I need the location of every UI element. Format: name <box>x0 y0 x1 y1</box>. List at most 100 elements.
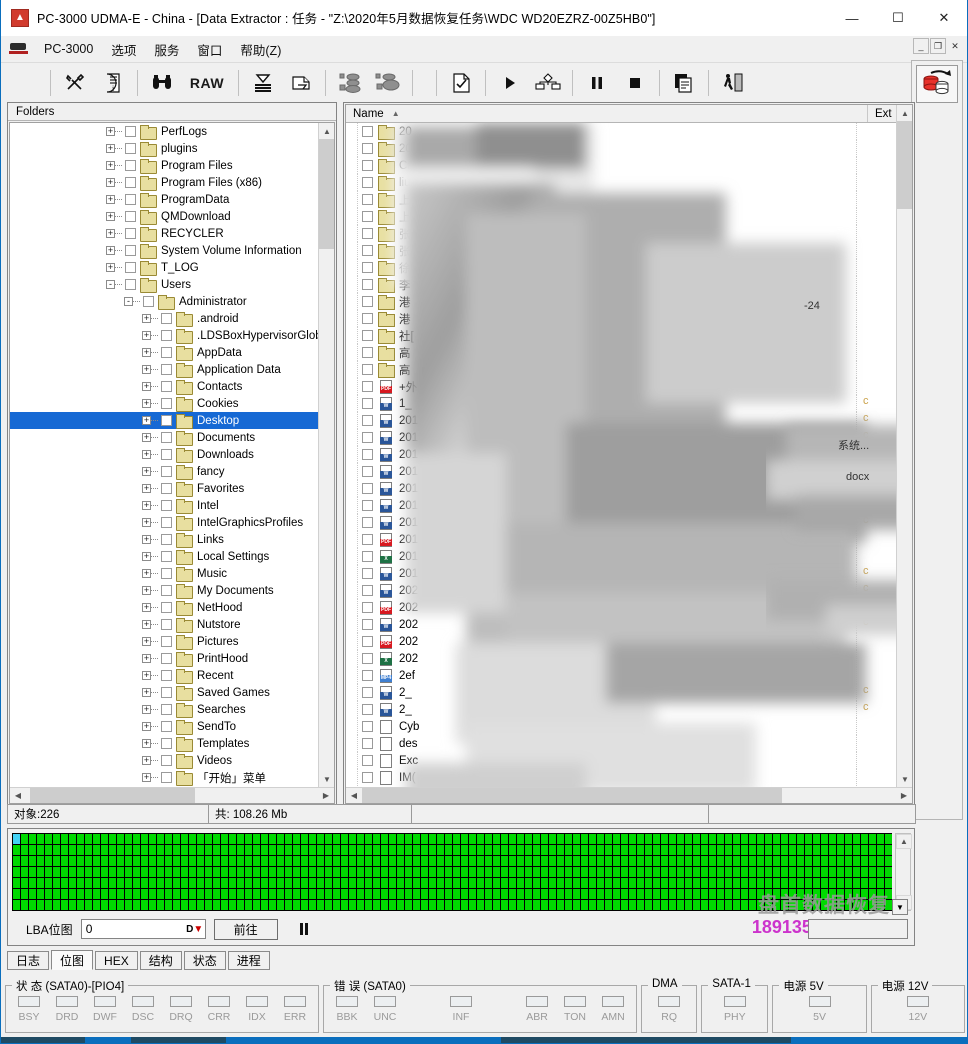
tree-checkbox[interactable] <box>161 653 172 664</box>
bitmap-cell[interactable] <box>20 866 28 877</box>
bitmap-cell[interactable] <box>140 899 148 910</box>
bitmap-cell[interactable] <box>284 899 292 910</box>
bitmap-cell[interactable] <box>540 888 548 899</box>
bitmap-cell[interactable] <box>596 877 604 888</box>
bitmap-cell[interactable] <box>780 866 788 877</box>
tree-item[interactable]: - Administrator <box>10 293 318 310</box>
bitmap-cell[interactable] <box>332 877 340 888</box>
bitmap-cell[interactable] <box>500 855 508 866</box>
menu-options[interactable]: 选项 <box>102 38 145 61</box>
bitmap-cell[interactable] <box>508 888 516 899</box>
bitmap-cell[interactable] <box>52 844 60 855</box>
bitmap-cell[interactable] <box>68 855 76 866</box>
bitmap-cell[interactable] <box>868 844 876 855</box>
bitmap-cell[interactable] <box>532 899 540 910</box>
bitmap-cell[interactable] <box>28 855 36 866</box>
menu-help[interactable]: 帮助(Z) <box>231 38 290 61</box>
bitmap-cell[interactable] <box>844 855 852 866</box>
bitmap-cell[interactable] <box>380 888 388 899</box>
bitmap-cell[interactable] <box>396 844 404 855</box>
bitmap-cell[interactable] <box>372 844 380 855</box>
disk-copy-icon[interactable] <box>282 66 320 100</box>
bitmap-cell[interactable] <box>252 866 260 877</box>
bitmap-cell[interactable] <box>356 899 364 910</box>
bitmap-cell[interactable] <box>580 866 588 877</box>
bitmap-cell[interactable] <box>164 866 172 877</box>
table-row[interactable]: 20 <box>346 140 896 157</box>
bitmap-cell[interactable] <box>412 888 420 899</box>
bitmap-cell[interactable] <box>628 844 636 855</box>
run-process-icon[interactable] <box>714 66 752 100</box>
bitmap-cell[interactable] <box>348 833 356 844</box>
bitmap-cell[interactable] <box>332 888 340 899</box>
table-row[interactable]: X 202 <box>346 650 896 667</box>
bitmap-cell[interactable] <box>532 855 540 866</box>
bitmap-cell[interactable] <box>572 866 580 877</box>
bitmap-cell[interactable] <box>572 833 580 844</box>
tree-expander-icon[interactable]: + <box>106 212 115 221</box>
tree-checkbox[interactable] <box>125 279 136 290</box>
bitmap-cell[interactable] <box>588 877 596 888</box>
bitmap-cell[interactable] <box>548 833 556 844</box>
bitmap-cell[interactable] <box>364 855 372 866</box>
tree-item[interactable]: + Recent <box>10 667 318 684</box>
tree-checkbox[interactable] <box>161 585 172 596</box>
table-row[interactable]: W 201 c <box>346 565 896 582</box>
bitmap-cell[interactable] <box>468 866 476 877</box>
bitmap-cell[interactable] <box>68 866 76 877</box>
bitmap-cell[interactable] <box>492 866 500 877</box>
tree-item[interactable]: + Local Settings <box>10 548 318 565</box>
table-row[interactable]: PDF 201 <box>346 531 896 548</box>
row-checkbox[interactable] <box>362 262 373 273</box>
tree-item[interactable]: + QMDownload <box>10 208 318 225</box>
table-row[interactable]: W 201 c <box>346 429 896 446</box>
bitmap-cell[interactable] <box>812 844 820 855</box>
bitmap-cell[interactable] <box>556 877 564 888</box>
bitmap-cell[interactable] <box>540 855 548 866</box>
bitmap-cell[interactable] <box>884 844 892 855</box>
tree-expander-icon[interactable]: + <box>106 127 115 136</box>
bitmap-cell[interactable] <box>412 855 420 866</box>
bitmap-cell[interactable] <box>68 888 76 899</box>
bitmap-cell[interactable] <box>52 833 60 844</box>
bitmap-cell[interactable] <box>492 833 500 844</box>
tab-log[interactable]: 日志 <box>7 951 50 970</box>
bitmap-cell[interactable] <box>676 866 684 877</box>
tree-expander-icon[interactable]: - <box>124 297 133 306</box>
bitmap-cell[interactable] <box>332 899 340 910</box>
bitmap-cell[interactable] <box>300 844 308 855</box>
bitmap-cell[interactable] <box>468 844 476 855</box>
bitmap-cell[interactable] <box>44 877 52 888</box>
bitmap-cell[interactable] <box>36 833 44 844</box>
bitmap-cell[interactable] <box>396 855 404 866</box>
tree-item[interactable]: + Templates <box>10 735 318 752</box>
tree-expander-icon[interactable]: + <box>142 348 151 357</box>
tree-expander-icon[interactable]: + <box>142 484 151 493</box>
bitmap-cell[interactable] <box>100 877 108 888</box>
bitmap-cell[interactable] <box>660 877 668 888</box>
bitmap-cell[interactable] <box>12 899 20 910</box>
tree-item[interactable]: + Downloads <box>10 446 318 463</box>
bitmap-cell[interactable] <box>92 899 100 910</box>
bitmap-cell[interactable] <box>772 833 780 844</box>
bitmap-cell[interactable] <box>268 833 276 844</box>
bitmap-cell[interactable] <box>596 855 604 866</box>
bitmap-cell[interactable] <box>420 833 428 844</box>
tree-expander-icon[interactable]: + <box>142 722 151 731</box>
bitmap-cell[interactable] <box>124 833 132 844</box>
bitmap-cell[interactable] <box>436 877 444 888</box>
bitmap-cell[interactable] <box>60 844 68 855</box>
bitmap-cell[interactable] <box>324 877 332 888</box>
bitmap-cell[interactable] <box>236 899 244 910</box>
bitmap-cell[interactable] <box>52 899 60 910</box>
table-row[interactable]: 徐 <box>346 259 896 276</box>
bitmap-cell[interactable] <box>204 844 212 855</box>
bitmap-cell[interactable] <box>564 866 572 877</box>
bitmap-cell[interactable] <box>804 833 812 844</box>
bitmap-cell[interactable] <box>660 866 668 877</box>
bitmap-cell[interactable] <box>20 877 28 888</box>
tree-item[interactable]: + Music <box>10 565 318 582</box>
bitmap-cell[interactable] <box>788 833 796 844</box>
bitmap-cell[interactable] <box>164 888 172 899</box>
bitmap-cell[interactable] <box>284 888 292 899</box>
